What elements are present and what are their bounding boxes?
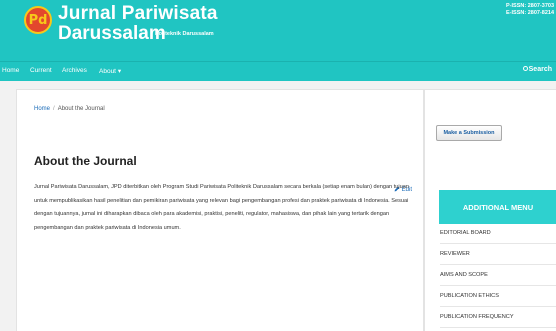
additional-menu-title: ADDITIONAL MENU bbox=[439, 190, 556, 224]
nav-current[interactable]: Current bbox=[30, 67, 52, 74]
breadcrumb-separator: / bbox=[53, 106, 55, 112]
additional-menu-list: EDITORIAL BOARD REVIEWER AIMS AND SCOPE … bbox=[440, 223, 556, 328]
main-nav: Home Current Archives About ▾ Search bbox=[0, 61, 556, 81]
logo-text: Pd bbox=[28, 12, 48, 28]
journal-logo[interactable]: Pd bbox=[24, 6, 52, 34]
main-content: Home / About the Journal About the Journal… bbox=[16, 89, 424, 331]
nav-home[interactable]: Home bbox=[2, 67, 19, 74]
site-title-line2[interactable]: Darussalam bbox=[58, 23, 166, 45]
breadcrumb: Home / About the Journal bbox=[34, 106, 105, 112]
sidebar: Make a Submission ADDITIONAL MENU EDITOR… bbox=[424, 89, 556, 331]
nav-about-label: About bbox=[99, 68, 116, 75]
menu-item-publication-frequency[interactable]: PUBLICATION FREQUENCY bbox=[440, 307, 556, 328]
issn-print: P-ISSN: 2807-3703 bbox=[506, 3, 554, 9]
nav-archives[interactable]: Archives bbox=[62, 67, 87, 74]
menu-item-publication-ethics[interactable]: PUBLICATION ETHICS bbox=[440, 286, 556, 307]
menu-item-editorial-board[interactable]: EDITORIAL BOARD bbox=[440, 223, 556, 244]
search-icon bbox=[522, 66, 528, 71]
site-header: Pd Jurnal Pariwisata Darussalam Politekn… bbox=[0, 0, 556, 61]
nav-about[interactable]: About ▾ bbox=[99, 67, 121, 75]
journal-description: Jurnal Pariwisata Darussalam, JPD diterb… bbox=[34, 184, 409, 231]
search-link[interactable]: Search bbox=[522, 66, 552, 73]
chevron-down-icon: ▾ bbox=[117, 68, 122, 75]
issn-online: E-ISSN: 2807-8214 bbox=[506, 10, 554, 16]
issn-block: P-ISSN: 2807-3703 E-ISSN: 2807-8214 bbox=[506, 3, 554, 17]
search-label: Search bbox=[528, 66, 552, 73]
site-title-line1[interactable]: Jurnal Pariwisata bbox=[58, 3, 218, 25]
make-submission-button[interactable]: Make a Submission bbox=[436, 125, 502, 141]
breadcrumb-current: About the Journal bbox=[57, 106, 105, 112]
menu-item-aims-and-scope[interactable]: AIMS AND SCOPE bbox=[440, 265, 556, 286]
site-subtitle: Politeknik Darussalam bbox=[155, 31, 214, 37]
breadcrumb-home[interactable]: Home bbox=[34, 106, 50, 112]
menu-item-reviewer[interactable]: REVIEWER bbox=[440, 244, 556, 265]
page-title: About the Journal bbox=[34, 154, 137, 168]
